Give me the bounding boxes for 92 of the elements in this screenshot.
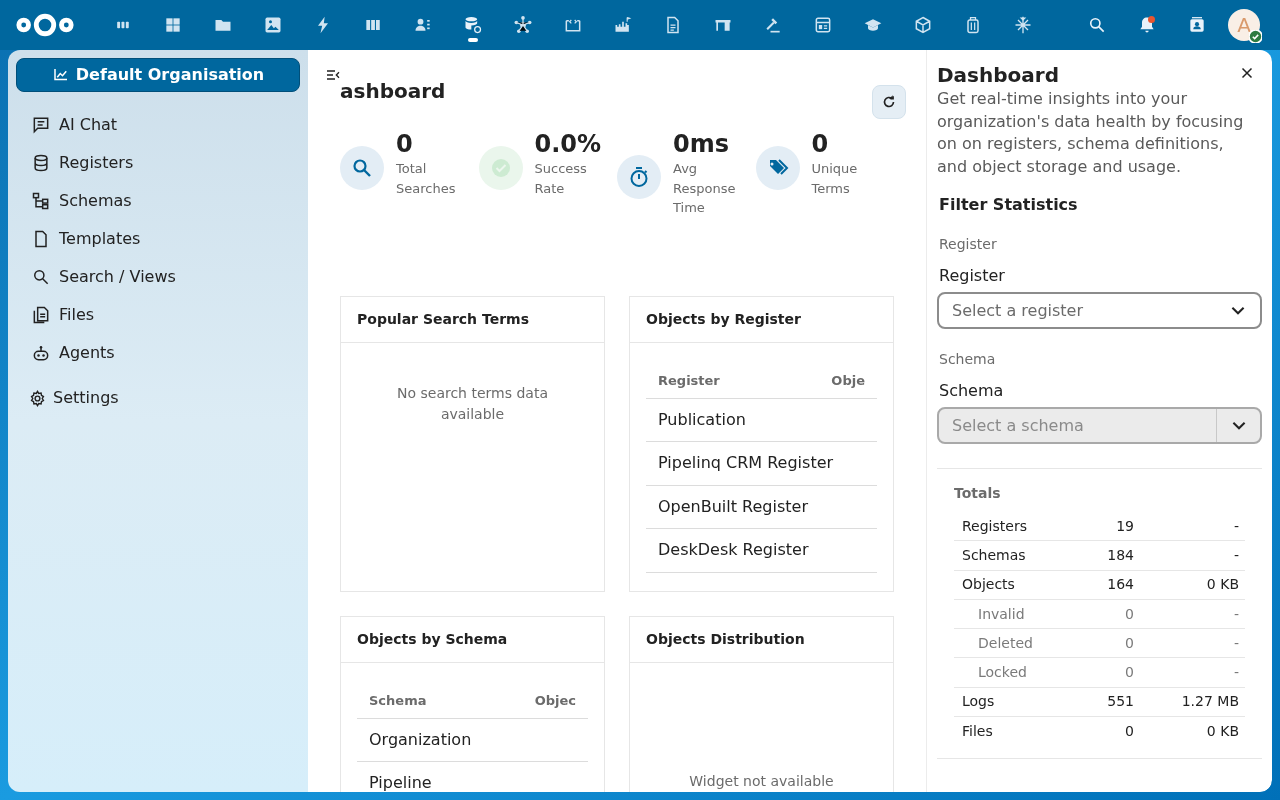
form-icon [813, 15, 833, 35]
nav-item[interactable]: Registers [16, 144, 300, 182]
table-cell-text: Registers [961, 516, 1028, 536]
table-cell-text: Files [961, 722, 994, 742]
field-label: Schema [939, 380, 1005, 402]
nav-item[interactable]: Files [16, 296, 300, 334]
field-caption: Register [939, 235, 998, 254]
nav-item[interactable]: Search / Views [16, 258, 300, 296]
snowflake-icon [1013, 15, 1033, 35]
contact-card-icon [1187, 15, 1207, 35]
stat-value: 0.0% [534, 129, 603, 159]
empty-message: No search terms data available [396, 383, 549, 424]
section-title: Totals [954, 484, 1002, 503]
organisation-button[interactable]: Default Organisation [16, 58, 300, 92]
table-cell-text: Logs [961, 692, 996, 712]
table-cell: Pipeline [357, 762, 588, 792]
stat-label: Total Searches [396, 160, 457, 198]
table-cell: Pipelinq CRM Register [646, 442, 877, 486]
section-title: Filter Statistics [939, 194, 1079, 216]
panel-title: Dashboard [937, 62, 1059, 88]
table-cell-text: - [1232, 545, 1239, 565]
table-cell-text: Objects [961, 575, 1016, 595]
column-header: Obje [831, 372, 865, 391]
database-icon [31, 153, 51, 173]
card-title: Objects by Register [630, 296, 893, 343]
table-cell-text: 1.27 MB [1180, 692, 1239, 712]
table-cell-text: 184 [1106, 545, 1134, 565]
stat-value: 0 [396, 129, 414, 159]
search-badge-icon [340, 146, 384, 190]
gear-icon [28, 388, 47, 408]
stopwatch-badge-icon [617, 155, 661, 199]
chat-icon [31, 115, 51, 135]
select-field[interactable]: Select a register [937, 292, 1262, 329]
panel-description: Get real-time insights into your organization's data health by focusing on on registers, schema definitions, and object storage and usage. [937, 88, 1245, 178]
cube-icon [913, 15, 933, 35]
column-header: Objec [534, 692, 576, 711]
table-cell-text: 0 [1124, 722, 1134, 742]
stat-label: Avg Response Time [673, 160, 737, 217]
table-cell: OpenBuilt Register [646, 485, 877, 529]
stat-label: Success Rate [534, 160, 588, 198]
card-title: Popular Search Terms [341, 296, 604, 343]
nav-item[interactable]: AI Chat [16, 106, 300, 144]
check-circle-badge-icon [478, 146, 523, 190]
card-title: Objects by Schema [341, 616, 604, 663]
table-cell-text: 164 [1106, 575, 1134, 595]
table-cell-text: - [1232, 516, 1239, 536]
dashboard-icon [163, 15, 183, 35]
stat-label: Unique Terms [811, 160, 859, 198]
table-cell-text: 19 [1115, 516, 1134, 536]
empty-message: Widget not available [688, 771, 835, 791]
cloud-logo-icon[interactable] [14, 11, 76, 39]
table-cell-text: - [1232, 633, 1239, 653]
menu-collapse-icon [325, 67, 341, 83]
table-cell-text: 0 KB [1205, 575, 1239, 595]
nav-item[interactable]: Agents [16, 334, 300, 372]
table-cell-text: - [1232, 663, 1239, 683]
database-icon [463, 15, 483, 35]
table-cell-text: 0 KB [1205, 722, 1239, 742]
table-cell: Organization [357, 718, 588, 762]
search-icon [31, 267, 51, 287]
stat-value: 0ms [673, 129, 730, 159]
search-icon [1087, 15, 1107, 35]
table-cell-text: Locked [977, 663, 1028, 683]
table-cell: Publication [646, 398, 877, 442]
hierarchy-icon [31, 191, 51, 211]
nav-item[interactable]: Templates [16, 220, 300, 258]
table-cell-text: Schemas [961, 545, 1027, 565]
table-cell-text: 0 [1124, 633, 1134, 653]
refresh-button[interactable] [872, 85, 906, 119]
column-header: Register [658, 372, 720, 391]
network-icon [513, 15, 533, 35]
robot-icon [31, 343, 51, 363]
chevron-down-icon [1231, 421, 1246, 430]
tags-badge-icon [755, 146, 800, 190]
table-cell-text: 0 [1124, 604, 1134, 624]
column-header: Schema [369, 692, 427, 711]
field-label: Register [939, 265, 1006, 287]
chevron-down-icon [1231, 306, 1245, 315]
card-title: Objects Distribution [630, 616, 893, 663]
files-icon [31, 305, 51, 325]
table-cell-text: - [1232, 604, 1239, 624]
table-cell-text: Deleted [977, 633, 1034, 653]
nav-item[interactable]: Schemas [16, 182, 300, 220]
stat-value: 0 [811, 129, 830, 159]
table-cell-text: 0 [1124, 663, 1134, 683]
field-caption: Schema [939, 350, 997, 369]
table-cell-text: 551 [1106, 692, 1134, 712]
table-cell-text: Invalid [977, 604, 1026, 624]
settings-link[interactable]: Settings [16, 379, 300, 417]
page-title: ashboard [340, 77, 446, 105]
table-cell: DeskDesk Register [646, 529, 877, 573]
image-icon [263, 15, 283, 35]
